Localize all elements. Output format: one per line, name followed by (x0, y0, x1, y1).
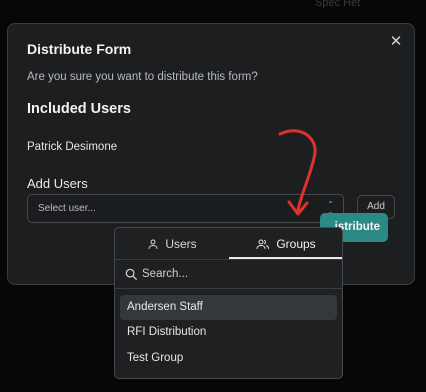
users-group-icon (256, 239, 270, 249)
close-icon: ✕ (389, 33, 403, 50)
background-partial-text: Spec Het (315, 0, 361, 9)
search-row (115, 260, 342, 288)
select-placeholder: Select user... (38, 203, 96, 214)
user-group-dropdown: Users Groups Andersen Staff RFI Distribu… (114, 227, 343, 379)
user-select[interactable]: Select user... ⌃ ⌄ (27, 194, 344, 223)
close-button[interactable]: ✕ (388, 34, 404, 50)
tab-users-label: Users (165, 236, 197, 251)
tab-groups-label: Groups (276, 236, 316, 251)
tab-users[interactable]: Users (115, 228, 229, 259)
included-users-heading: Included Users (27, 101, 131, 117)
dialog-title: Distribute Form (27, 41, 132, 57)
search-icon (125, 268, 137, 280)
user-icon (148, 239, 158, 249)
search-input[interactable] (142, 264, 332, 284)
included-user-item: Patrick Desimone (27, 141, 118, 153)
option-andersen-staff[interactable]: Andersen Staff (120, 295, 337, 320)
dialog-subtitle: Are you sure you want to distribute this… (27, 71, 258, 83)
tab-groups[interactable]: Groups (229, 228, 342, 259)
add-users-label: Add Users (27, 176, 88, 191)
search-divider (115, 288, 342, 289)
option-test-group[interactable]: Test Group (120, 346, 337, 371)
option-rfi-distribution[interactable]: RFI Distribution (120, 320, 337, 345)
